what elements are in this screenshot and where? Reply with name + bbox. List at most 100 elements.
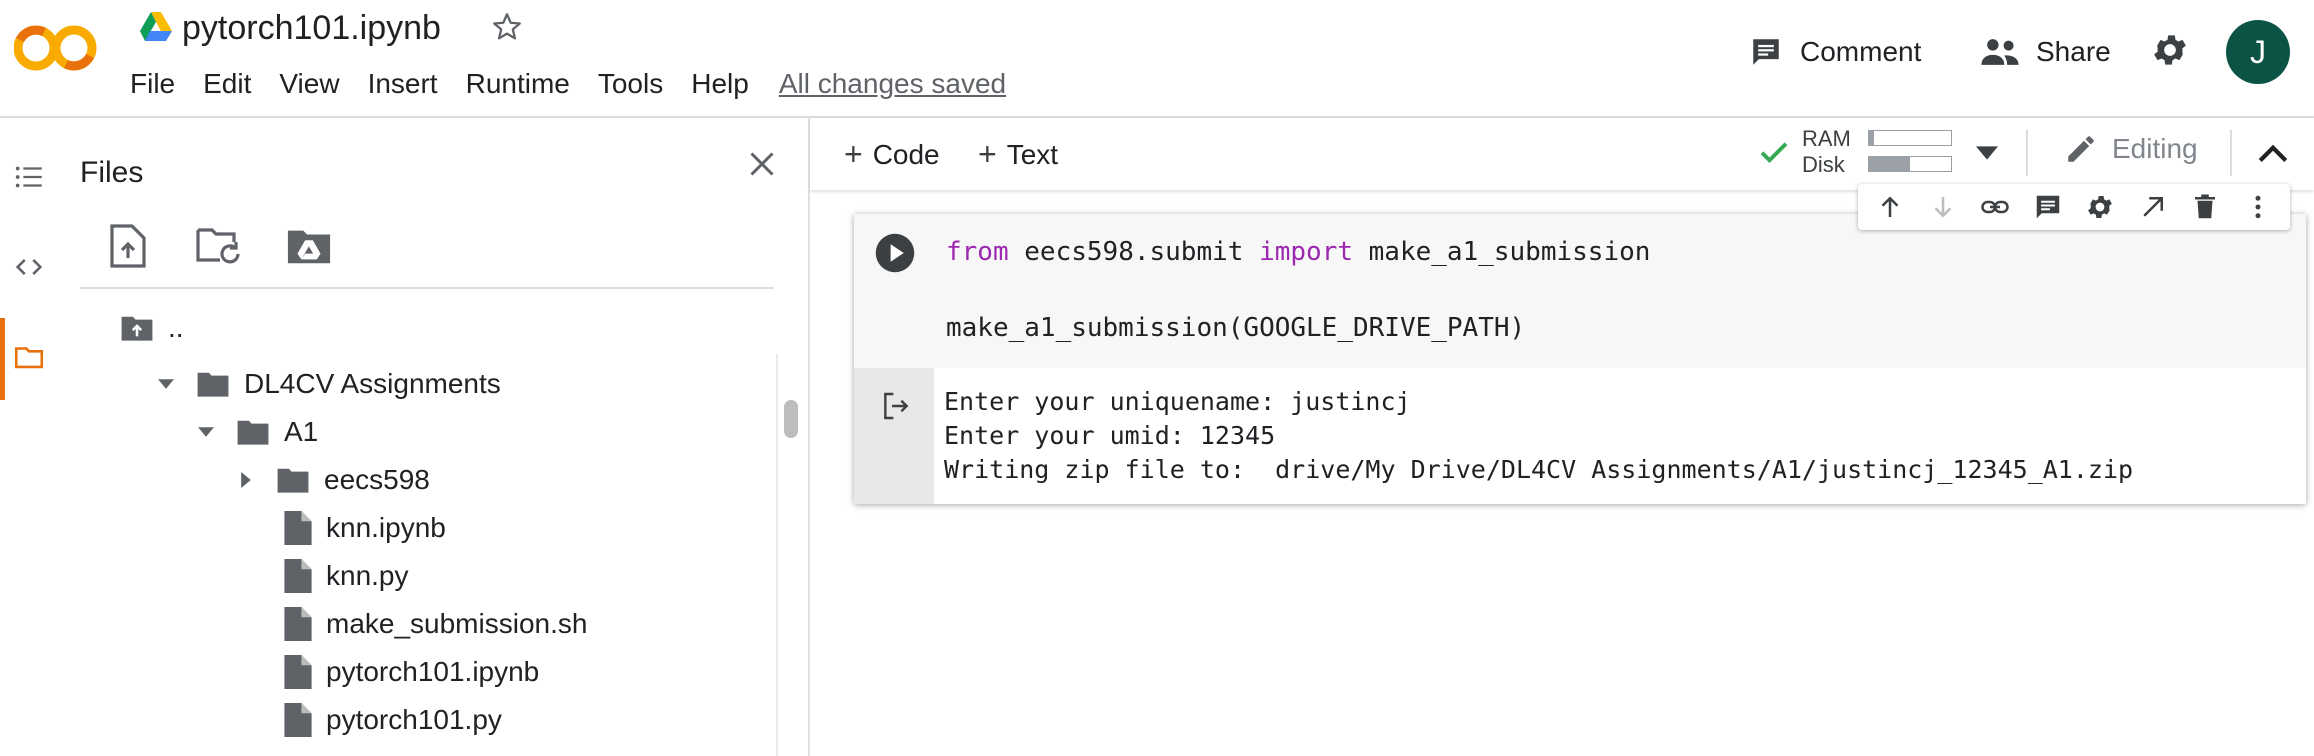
menu-bar: File Edit View Insert Runtime Tools Help… <box>130 64 1006 104</box>
cell-toolbar <box>1858 184 2290 230</box>
toolbar-divider <box>2230 130 2232 176</box>
rail-active-indicator <box>0 318 5 400</box>
file-icon <box>284 511 312 545</box>
panel-divider[interactable] <box>808 118 810 756</box>
comment-icon[interactable] <box>2033 192 2063 222</box>
menu-view[interactable]: View <box>279 64 339 104</box>
open-in-tab-arrow-icon[interactable] <box>2138 192 2168 222</box>
tree-item-file[interactable]: make_submission.sh <box>284 602 587 646</box>
plus-icon: + <box>844 136 863 172</box>
code-text: eecs598.submit <box>1008 237 1260 267</box>
delete-trash-icon[interactable] <box>2190 192 2220 222</box>
connected-check-icon[interactable] <box>1756 134 1792 170</box>
save-status-link[interactable]: All changes saved <box>779 68 1006 100</box>
add-text-button[interactable]: + Text <box>978 136 1058 173</box>
menu-edit[interactable]: Edit <box>203 64 251 104</box>
code-line-1[interactable]: from eecs598.submit import make_a1_submi… <box>946 236 1650 268</box>
comment-button[interactable]: Comment <box>1748 32 1921 72</box>
link-icon[interactable] <box>1980 192 2010 222</box>
editing-mode-button[interactable]: Editing <box>2064 132 2198 166</box>
share-button[interactable]: Share <box>1980 32 2111 72</box>
menu-tools[interactable]: Tools <box>598 64 663 104</box>
ram-label: RAM <box>1802 126 1851 151</box>
file-icon <box>284 559 312 593</box>
file-icon <box>284 655 312 689</box>
resource-labels[interactable]: RAM Disk <box>1802 126 1851 178</box>
tree-item-file[interactable]: pytorch101.ipynb <box>284 650 539 694</box>
tree-item-folder[interactable]: A1 <box>198 410 318 454</box>
caret-down-icon[interactable] <box>198 424 214 440</box>
google-drive-icon <box>140 12 172 42</box>
table-of-contents-icon[interactable] <box>12 160 46 194</box>
folder-icon <box>237 420 269 445</box>
files-folder-icon[interactable] <box>12 340 46 374</box>
upload-file-icon[interactable] <box>108 224 148 268</box>
tree-item-parent[interactable]: .. <box>120 306 184 350</box>
file-icon <box>284 703 312 737</box>
toolbar-divider <box>2026 130 2028 176</box>
star-icon[interactable] <box>490 10 524 44</box>
menu-help[interactable]: Help <box>691 64 749 104</box>
pencil-icon <box>2068 136 2094 162</box>
user-avatar[interactable]: J <box>2226 20 2290 84</box>
tree-item-file[interactable]: knn.py <box>284 554 409 598</box>
add-code-label: Code <box>872 138 940 170</box>
code-keyword: import <box>1259 237 1353 267</box>
tree-item-file[interactable]: knn.ipynb <box>284 506 446 550</box>
share-label: Share <box>2036 36 2111 67</box>
refresh-folder-icon[interactable] <box>194 224 242 268</box>
move-up-icon[interactable] <box>1875 192 1905 222</box>
tree-item-label: DL4CV Assignments <box>244 368 501 399</box>
resources-dropdown-icon[interactable] <box>1976 146 1998 160</box>
plus-icon: + <box>978 136 997 172</box>
run-cell-button[interactable] <box>874 232 916 274</box>
comment-label: Comment <box>1800 36 1922 67</box>
comment-icon <box>1753 39 1779 65</box>
disk-label: Disk <box>1802 152 1845 177</box>
files-divider <box>80 287 774 289</box>
colab-logo[interactable] <box>14 18 100 78</box>
ram-usage-fill <box>1869 131 1874 145</box>
notebook-title[interactable]: pytorch101.ipynb <box>182 6 441 50</box>
tree-item-folder[interactable]: DL4CV Assignments <box>158 362 501 406</box>
close-icon[interactable] <box>744 146 780 182</box>
more-vert-icon[interactable] <box>2243 192 2273 222</box>
menu-insert[interactable]: Insert <box>368 64 438 104</box>
files-scrollbar-thumb[interactable] <box>784 400 798 438</box>
files-scrollbar-track[interactable] <box>776 354 778 756</box>
mount-drive-icon[interactable] <box>286 224 332 268</box>
code-keyword: from <box>946 237 1009 267</box>
settings-gear-icon[interactable] <box>2150 30 2190 70</box>
tree-item-label: pytorch101.py <box>326 704 502 735</box>
cell-settings-gear-icon[interactable] <box>2085 192 2115 222</box>
tree-item-label: pytorch101.ipynb <box>326 656 540 687</box>
left-rail <box>0 118 56 756</box>
clear-output-icon[interactable] <box>880 390 912 422</box>
code-line-2[interactable]: make_a1_submission(GOOGLE_DRIVE_PATH) <box>946 312 1525 344</box>
output-line: Enter your uniquename: justincj <box>944 387 1411 416</box>
output-gutter <box>854 368 934 504</box>
chevron-up-icon[interactable] <box>2256 140 2290 164</box>
menu-runtime[interactable]: Runtime <box>466 64 570 104</box>
disk-usage-fill <box>1869 157 1910 171</box>
tree-item-label: knn.py <box>326 560 409 591</box>
code-text: make_a1_submission <box>1353 237 1651 267</box>
tree-item-file[interactable]: pytorch101.py <box>284 698 502 742</box>
code-snippets-icon[interactable] <box>12 250 46 284</box>
folder-icon <box>277 468 309 493</box>
add-text-label: Text <box>1006 138 1059 170</box>
add-code-button[interactable]: + Code <box>844 136 940 173</box>
move-down-icon[interactable] <box>1928 192 1958 222</box>
tree-item-label: .. <box>168 312 184 343</box>
output-line: Writing zip file to: drive/My Drive/DL4C… <box>944 455 2134 484</box>
menu-file[interactable]: File <box>130 64 175 104</box>
caret-right-icon[interactable] <box>238 472 254 488</box>
people-icon <box>1981 39 2019 65</box>
ram-usage-bar <box>1868 130 1952 146</box>
tree-item-label: knn.ipynb <box>326 512 446 543</box>
editing-label: Editing <box>2112 133 2198 164</box>
caret-down-icon[interactable] <box>158 376 174 392</box>
tree-item-folder[interactable]: eecs598 <box>238 458 430 502</box>
folder-up-icon <box>121 316 153 341</box>
file-icon <box>284 607 312 641</box>
